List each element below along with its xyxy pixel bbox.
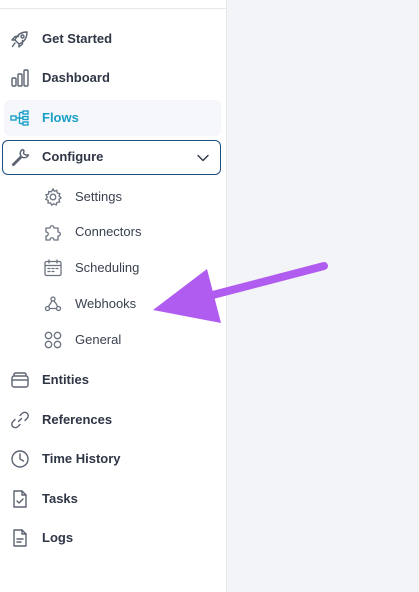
- nav-label-time-history: Time History: [42, 451, 121, 466]
- nav-item-configure[interactable]: Configure: [2, 140, 221, 175]
- link-icon: [10, 410, 30, 430]
- sub-label-scheduling: Scheduling: [75, 260, 140, 275]
- nav-label-tasks: Tasks: [42, 491, 78, 506]
- nav-label-references: References: [42, 412, 113, 427]
- puzzle-icon: [43, 222, 63, 242]
- sub-label-settings: Settings: [75, 189, 122, 204]
- nav-label-configure: Configure: [42, 149, 104, 164]
- nav-item-tasks[interactable]: Tasks: [0, 481, 222, 517]
- gear-icon: [43, 187, 63, 207]
- nav-label-get-started: Get Started: [42, 31, 113, 46]
- database-icon: [10, 370, 30, 390]
- nav-item-get-started[interactable]: Get Started: [0, 21, 222, 57]
- sidebar: Get Started Dashboard Flows Configure Se…: [0, 0, 227, 592]
- document-icon: [10, 528, 30, 548]
- sub-item-settings[interactable]: Settings: [0, 181, 222, 213]
- nav-item-logs[interactable]: Logs: [0, 520, 222, 556]
- document-check-icon: [10, 489, 30, 509]
- sub-label-general: General: [75, 332, 122, 347]
- nav-label-logs: Logs: [42, 530, 74, 545]
- bar-chart-icon: [10, 68, 30, 88]
- calendar-icon: [43, 258, 63, 278]
- top-divider: [0, 8, 227, 9]
- sub-item-webhooks[interactable]: Webhooks: [0, 288, 222, 320]
- nav-label-flows: Flows: [42, 110, 79, 125]
- wrench-icon: [10, 147, 30, 167]
- webhook-icon: [43, 294, 63, 314]
- grid-icon: [43, 330, 63, 350]
- chevron-down-icon[interactable]: [196, 151, 210, 165]
- nav-item-flows[interactable]: Flows: [4, 100, 221, 136]
- nav-item-time-history[interactable]: Time History: [0, 441, 222, 477]
- sub-item-scheduling[interactable]: Scheduling: [0, 252, 222, 284]
- main-content-area: [227, 0, 419, 592]
- sub-item-general[interactable]: General: [0, 324, 222, 356]
- nav-label-dashboard: Dashboard: [42, 70, 110, 85]
- nav-item-references[interactable]: References: [0, 402, 222, 438]
- sub-item-connectors[interactable]: Connectors: [0, 216, 222, 248]
- flow-tree-icon: [10, 108, 30, 128]
- nav-item-dashboard[interactable]: Dashboard: [0, 60, 222, 96]
- nav-label-entities: Entities: [42, 372, 89, 387]
- rocket-icon: [10, 29, 30, 49]
- nav-item-entities[interactable]: Entities: [0, 362, 222, 398]
- clock-icon: [10, 449, 30, 469]
- sub-label-webhooks: Webhooks: [75, 296, 137, 311]
- sub-label-connectors: Connectors: [75, 224, 142, 239]
